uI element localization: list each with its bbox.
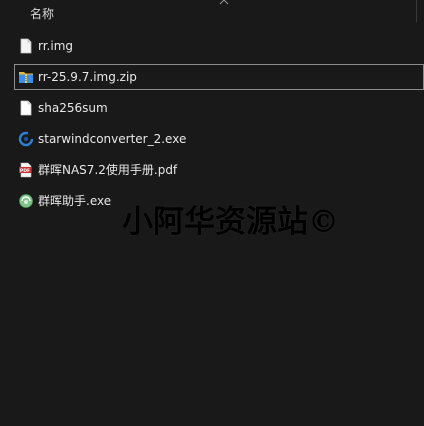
svg-text:PDF: PDF <box>20 168 30 174</box>
file-name: sha256sum <box>38 101 108 115</box>
zip-folder-icon <box>19 72 33 83</box>
starwind-app-icon <box>18 131 34 147</box>
column-divider[interactable] <box>416 0 417 22</box>
file-list: rr.img rr-25.9.7.img.zip sha256sum starw… <box>0 31 424 217</box>
file-name: starwindconverter_2.exe <box>38 132 187 146</box>
synology-assistant-icon <box>19 194 33 208</box>
file-icon <box>20 38 32 54</box>
name-column-header[interactable]: 名称 <box>30 5 54 22</box>
file-name: rr-25.9.7.img.zip <box>38 70 137 84</box>
file-row-sha256sum[interactable]: sha256sum <box>0 93 424 124</box>
column-header[interactable]: 名称 <box>0 0 424 26</box>
file-row-starwindconverter[interactable]: starwindconverter_2.exe <box>0 124 424 155</box>
watermark-text: 小阿华资源站© <box>122 204 339 240</box>
sort-ascending-icon <box>219 0 229 5</box>
pdf-icon: PDF <box>19 162 32 178</box>
file-row-rr-img[interactable]: rr.img <box>0 31 424 62</box>
file-row-rr-zip[interactable]: rr-25.9.7.img.zip <box>0 62 424 93</box>
file-row-pdf-manual[interactable]: PDF 群晖NAS7.2使用手册.pdf <box>0 155 424 186</box>
file-explorer-pane: 名称 rr.img rr-25.9.7.img.zip sha256sum st… <box>0 0 424 426</box>
file-name: rr.img <box>38 39 74 53</box>
file-name: 群晖助手.exe <box>38 194 112 208</box>
file-name: 群晖NAS7.2使用手册.pdf <box>38 163 178 177</box>
file-icon <box>20 100 32 116</box>
